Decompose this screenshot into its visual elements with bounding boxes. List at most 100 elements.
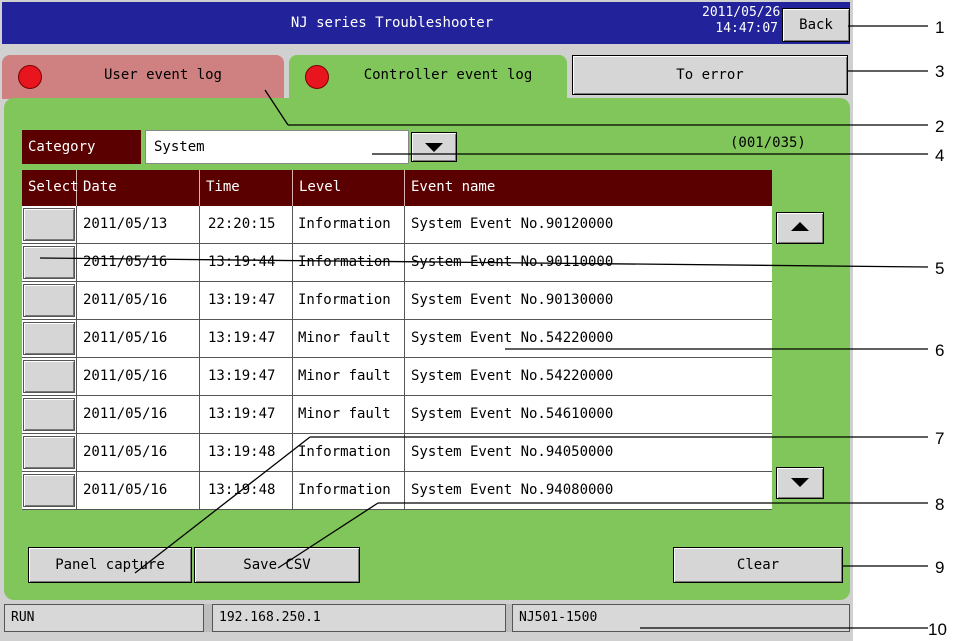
event-level: Information xyxy=(293,434,405,471)
status-run-mode: RUN xyxy=(4,604,204,632)
event-time: 22:20:15 xyxy=(200,206,293,243)
event-date: 2011/05/16 xyxy=(77,244,200,281)
event-table: Select Date Time Level Event name 2011/0… xyxy=(22,170,772,510)
table-row[interactable]: 2011/05/16 13:19:47 Minor fault System E… xyxy=(22,396,772,434)
row-select-button[interactable] xyxy=(23,208,75,241)
callout-number: 5 xyxy=(935,259,945,278)
event-name: System Event No.90110000 xyxy=(411,254,614,270)
event-level: Information xyxy=(293,282,405,319)
current-time: 14:47:07 xyxy=(715,21,778,36)
back-button[interactable]: Back xyxy=(782,8,850,42)
troubleshooter-screen: NJ series Troubleshooter 2011/05/26 14:4… xyxy=(0,0,853,641)
select-cell xyxy=(22,396,77,433)
chevron-down-icon xyxy=(425,143,443,152)
tab-label: User event log xyxy=(103,67,222,83)
event-level: Information xyxy=(293,244,405,281)
column-header-level: Level xyxy=(293,170,405,206)
select-cell xyxy=(22,358,77,395)
event-date: 2011/05/16 xyxy=(77,396,200,433)
clear-button[interactable]: Clear xyxy=(673,547,843,583)
row-select-button[interactable] xyxy=(23,398,75,431)
current-date: 2011/05/26 xyxy=(702,5,781,20)
table-row[interactable]: 2011/05/16 13:19:48 Information System E… xyxy=(22,434,772,472)
column-header-time: Time xyxy=(200,170,293,206)
tab-user-event-log[interactable]: User event log xyxy=(2,55,284,99)
select-cell xyxy=(22,320,77,357)
event-name: System Event No.54220000 xyxy=(411,330,614,346)
row-select-button[interactable] xyxy=(23,436,75,469)
event-level: Information xyxy=(293,206,405,243)
table-row[interactable]: 2011/05/16 13:19:44 Information System E… xyxy=(22,244,772,282)
select-cell xyxy=(22,206,77,243)
status-bar: RUN 192.168.250.1 NJ501-1500 xyxy=(4,604,850,632)
table-row[interactable]: 2011/05/16 13:19:47 Minor fault System E… xyxy=(22,358,772,396)
callout-number: 4 xyxy=(935,146,945,165)
callout-number: 9 xyxy=(935,558,945,577)
event-level: Information xyxy=(293,472,405,509)
event-time: 13:19:48 xyxy=(200,434,293,471)
category-dropdown-button[interactable] xyxy=(411,132,457,162)
callout-number: 10 xyxy=(928,620,947,639)
event-date: 2011/05/16 xyxy=(77,282,200,319)
event-date: 2011/05/16 xyxy=(77,320,200,357)
select-cell xyxy=(22,472,77,509)
scroll-up-button[interactable] xyxy=(776,212,824,244)
column-header-select: Select xyxy=(22,170,79,206)
select-cell xyxy=(22,244,77,281)
event-time: 13:19:47 xyxy=(200,320,293,357)
row-select-button[interactable] xyxy=(23,360,75,393)
select-cell xyxy=(22,282,77,319)
event-name: System Event No.54610000 xyxy=(411,406,614,422)
panel-capture-button[interactable]: Panel capture xyxy=(28,547,192,583)
row-select-button[interactable] xyxy=(23,246,75,279)
save-csv-button[interactable]: Save CSV xyxy=(194,547,360,583)
row-select-button[interactable] xyxy=(23,284,75,317)
status-ip-address: 192.168.250.1 xyxy=(212,604,506,632)
callout-number: 8 xyxy=(935,495,945,514)
tab-label: Controller event log xyxy=(363,67,533,83)
event-name: System Event No.90120000 xyxy=(411,216,614,232)
column-header-date: Date xyxy=(77,170,200,206)
event-level: Minor fault xyxy=(293,396,405,433)
column-header-event-name: Event name xyxy=(411,179,496,195)
event-name: System Event No.94050000 xyxy=(411,444,614,460)
datetime-display: 2011/05/26 14:47:07 xyxy=(702,5,781,37)
event-level: Minor fault xyxy=(293,320,405,357)
status-model: NJ501-1500 xyxy=(512,604,850,632)
callout-number: 6 xyxy=(935,341,945,360)
category-select[interactable]: System xyxy=(145,130,409,164)
table-row[interactable]: 2011/05/16 13:19:48 Information System E… xyxy=(22,472,772,510)
event-name: System Event No.54220000 xyxy=(411,368,614,384)
event-time: 13:19:47 xyxy=(200,282,293,319)
event-date: 2011/05/13 xyxy=(77,206,200,243)
window-title: NJ series Troubleshooter xyxy=(290,15,494,31)
title-bar: NJ series Troubleshooter 2011/05/26 14:4… xyxy=(2,2,850,44)
event-date: 2011/05/16 xyxy=(77,434,200,471)
to-error-button[interactable]: To error xyxy=(572,55,848,95)
callout-number: 1 xyxy=(935,18,945,37)
chevron-down-icon xyxy=(791,478,809,487)
event-name: System Event No.90130000 xyxy=(411,292,614,308)
select-cell xyxy=(22,434,77,471)
table-row[interactable]: 2011/05/13 22:20:15 Information System E… xyxy=(22,206,772,244)
status-led-icon xyxy=(305,65,329,89)
table-row[interactable]: 2011/05/16 13:19:47 Minor fault System E… xyxy=(22,320,772,358)
scroll-down-button[interactable] xyxy=(776,467,824,499)
page-counter: (001/035) xyxy=(730,135,806,151)
event-name: System Event No.94080000 xyxy=(411,482,614,498)
callout-number: 7 xyxy=(935,429,945,448)
callout-number: 3 xyxy=(935,62,945,81)
event-date: 2011/05/16 xyxy=(77,358,200,395)
category-label: Category xyxy=(22,130,141,164)
event-level: Minor fault xyxy=(293,358,405,395)
chevron-up-icon xyxy=(791,222,809,231)
table-header: Select Date Time Level Event name xyxy=(22,170,772,206)
row-select-button[interactable] xyxy=(23,322,75,355)
table-row[interactable]: 2011/05/16 13:19:47 Information System E… xyxy=(22,282,772,320)
status-led-icon xyxy=(18,65,42,89)
event-time: 13:19:48 xyxy=(200,472,293,509)
event-time: 13:19:47 xyxy=(200,396,293,433)
callout-number: 2 xyxy=(935,117,945,136)
event-date: 2011/05/16 xyxy=(77,472,200,509)
row-select-button[interactable] xyxy=(23,474,75,507)
